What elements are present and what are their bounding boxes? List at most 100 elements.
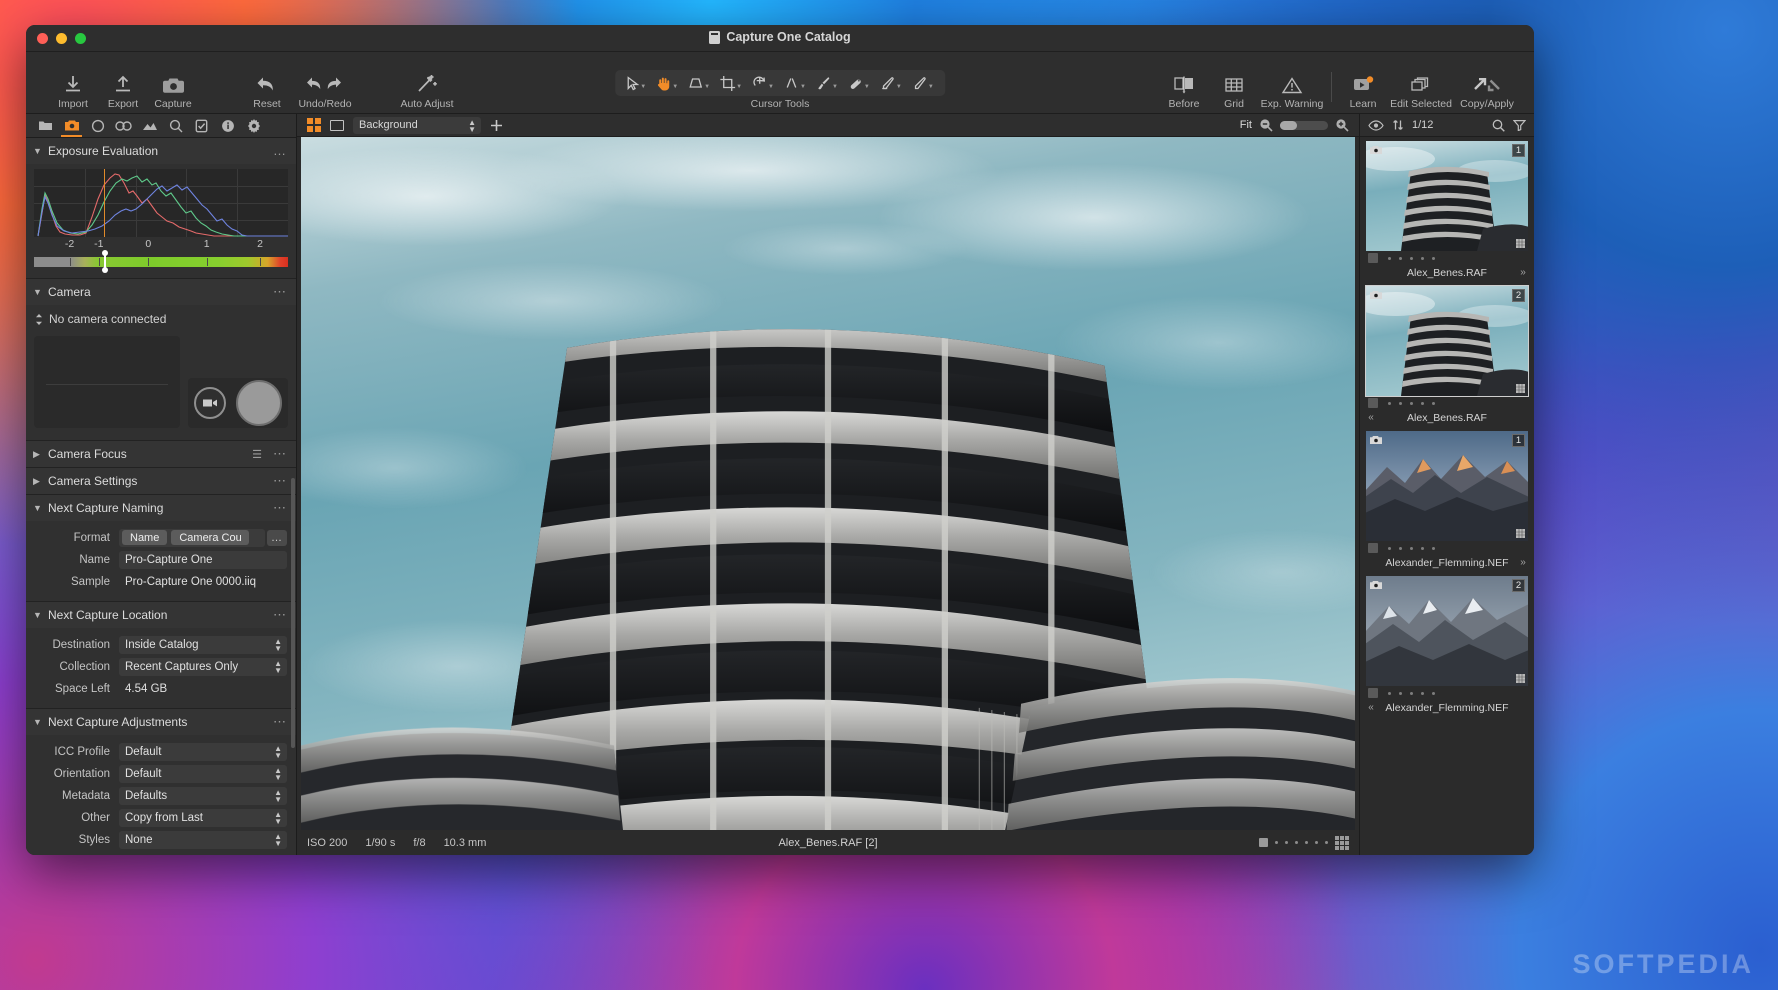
list-item[interactable]: 1 « Alex_Benes.RAF » xyxy=(1366,141,1528,280)
import-button[interactable]: Import xyxy=(48,72,98,110)
tool-tab-capture[interactable] xyxy=(59,114,84,137)
section-header-next-capture-adjustments[interactable]: ▼ Next Capture Adjustments ⋯ xyxy=(26,709,296,735)
thumbnail-checkbox[interactable] xyxy=(1368,543,1378,553)
section-menu-icon[interactable]: ⋯ xyxy=(273,450,287,458)
thumbnail-rating[interactable] xyxy=(1388,547,1435,550)
grid-overlay-button[interactable]: Grid xyxy=(1209,72,1259,110)
format-token-camera-counter[interactable]: Camera Cou xyxy=(171,530,249,545)
exposure-slider[interactable] xyxy=(34,254,288,269)
tool-tab-output[interactable] xyxy=(241,114,266,137)
list-item[interactable]: 2 « Alex_Benes.RAF » xyxy=(1366,286,1528,425)
tool-tab-exposure[interactable] xyxy=(137,114,162,137)
photo-canvas[interactable] xyxy=(301,137,1355,830)
edit-selected-button[interactable]: Edit Selected xyxy=(1388,72,1454,110)
section-menu-icon[interactable]: ⋯ xyxy=(273,718,287,726)
thumbnail-rating[interactable] xyxy=(1388,402,1435,405)
capture-button[interactable]: Capture xyxy=(148,72,198,110)
histogram[interactable] xyxy=(34,169,288,237)
metadata-select[interactable]: Defaults ▲▼ xyxy=(119,787,287,805)
icc-profile-select[interactable]: Default ▲▼ xyxy=(119,743,287,761)
tool-tab-color[interactable] xyxy=(111,114,136,137)
list-item[interactable]: 1 « Alexander_Flemming.NEF » xyxy=(1366,431,1528,570)
format-more-button[interactable]: … xyxy=(267,530,287,546)
section-list-icon[interactable]: ☰ xyxy=(252,448,262,461)
clone-tool-icon[interactable]: ▼ xyxy=(907,70,939,96)
orientation-select[interactable]: Default ▲▼ xyxy=(119,765,287,783)
filter-icon[interactable] xyxy=(1513,119,1526,131)
select-all-checkbox[interactable] xyxy=(1259,838,1268,847)
styles-select[interactable]: None ▲▼ xyxy=(119,831,287,849)
thumbnail-image[interactable]: 1 xyxy=(1366,431,1528,541)
zoom-in-icon[interactable] xyxy=(1335,118,1349,132)
section-header-camera-focus[interactable]: ▶ Camera Focus ☰ ⋯ xyxy=(26,441,296,467)
draw-mask-tool-icon[interactable]: ▼ xyxy=(811,70,843,96)
visibility-icon[interactable] xyxy=(1368,120,1384,131)
rating-dots[interactable] xyxy=(1275,841,1328,844)
format-token-field[interactable]: Name Camera Cou xyxy=(119,529,265,547)
auto-adjust-button[interactable]: Auto Adjust xyxy=(394,72,460,110)
section-menu-icon[interactable]: ⋯ xyxy=(273,477,287,485)
tool-tab-adjustments[interactable] xyxy=(189,114,214,137)
background-select[interactable]: Background ▲▼ xyxy=(353,117,481,134)
search-icon[interactable] xyxy=(1492,119,1505,132)
section-header-camera[interactable]: ▼ Camera ⋯ xyxy=(26,279,296,305)
sort-icon[interactable] xyxy=(1392,119,1404,131)
shutter-button-icon[interactable] xyxy=(236,380,282,426)
name-input[interactable]: Pro-Capture One xyxy=(119,551,287,569)
auto-alignment-row[interactable]: Auto Alignment xyxy=(26,851,296,855)
pointer-tool-icon[interactable]: ▼ xyxy=(621,70,651,96)
undo-redo-button[interactable]: Undo/Redo xyxy=(292,72,358,110)
section-menu-icon[interactable]: ⋯ xyxy=(273,504,287,512)
thumbnail-rating[interactable] xyxy=(1388,257,1435,260)
tool-tab-library[interactable] xyxy=(33,114,58,137)
section-menu-icon[interactable]: ⋯ xyxy=(273,611,287,619)
thumbnail-image[interactable]: 2 xyxy=(1366,286,1528,396)
tool-tab-lens[interactable] xyxy=(85,114,110,137)
rotate-tool-icon[interactable]: ▼ xyxy=(747,70,779,96)
single-view-icon[interactable] xyxy=(330,120,344,131)
thumbnail-image[interactable]: 1 xyxy=(1366,141,1528,251)
format-token-name[interactable]: Name xyxy=(122,530,167,545)
erase-tool-icon[interactable]: ▼ xyxy=(875,70,907,96)
keystone-tool-icon[interactable]: ▼ xyxy=(683,70,715,96)
learn-button[interactable]: Learn xyxy=(1338,72,1388,110)
thumbnail-image[interactable]: 2 xyxy=(1366,576,1528,686)
before-after-button[interactable]: Before xyxy=(1159,72,1209,110)
section-header-camera-settings[interactable]: ▶ Camera Settings ⋯ xyxy=(26,468,296,494)
crop-tool-icon[interactable]: ▼ xyxy=(715,70,747,96)
exposure-warning-button[interactable]: Exp. Warning xyxy=(1259,72,1325,110)
list-item[interactable]: 2 « Alexander_Flemming.NEF » xyxy=(1366,576,1528,715)
prev-variant-chevron[interactable]: « xyxy=(1366,702,1376,713)
section-header-next-capture-naming[interactable]: ▼ Next Capture Naming ⋯ xyxy=(26,495,296,521)
add-plus-icon[interactable] xyxy=(490,119,503,132)
thumbnail-checkbox[interactable] xyxy=(1368,688,1378,698)
left-panel-scrollbar[interactable] xyxy=(291,478,295,748)
image-viewer[interactable] xyxy=(297,137,1359,830)
thumbnail-checkbox[interactable] xyxy=(1368,398,1378,408)
camera-status-row[interactable]: No camera connected xyxy=(26,305,296,330)
fit-label[interactable]: Fit xyxy=(1240,119,1252,131)
exposure-slider-handle[interactable] xyxy=(104,254,106,269)
section-header-exposure-evaluation[interactable]: ▼ Exposure Evaluation … xyxy=(26,138,296,164)
heal-tool-icon[interactable]: ▼ xyxy=(843,70,875,96)
section-menu-icon[interactable]: … xyxy=(273,147,287,155)
thumbnail-checkbox[interactable] xyxy=(1368,253,1378,263)
browser-thumbnail-list[interactable]: 1 « Alex_Benes.RAF » xyxy=(1360,137,1534,855)
straighten-tool-icon[interactable]: ▼ xyxy=(779,70,811,96)
color-tag-grid-icon[interactable] xyxy=(1335,836,1349,850)
reset-button[interactable]: Reset xyxy=(242,72,292,110)
copy-apply-button[interactable]: Copy/Apply xyxy=(1454,72,1520,110)
prev-variant-chevron[interactable]: « xyxy=(1366,412,1376,423)
thumbnail-rating[interactable] xyxy=(1388,692,1435,695)
tool-tab-metadata[interactable] xyxy=(215,114,240,137)
zoom-slider[interactable] xyxy=(1280,121,1328,130)
zoom-out-icon[interactable] xyxy=(1259,118,1273,132)
destination-select[interactable]: Inside Catalog ▲▼ xyxy=(119,636,287,654)
grid-view-icon[interactable] xyxy=(307,118,321,132)
collection-select[interactable]: Recent Captures Only ▲▼ xyxy=(119,658,287,676)
next-variant-chevron[interactable]: » xyxy=(1518,557,1528,568)
section-menu-icon[interactable]: ⋯ xyxy=(273,288,287,296)
left-panel-scroll-area[interactable]: ▼ Exposure Evaluation … xyxy=(26,138,296,855)
other-select[interactable]: Copy from Last ▲▼ xyxy=(119,809,287,827)
live-view-icon[interactable] xyxy=(194,387,226,419)
